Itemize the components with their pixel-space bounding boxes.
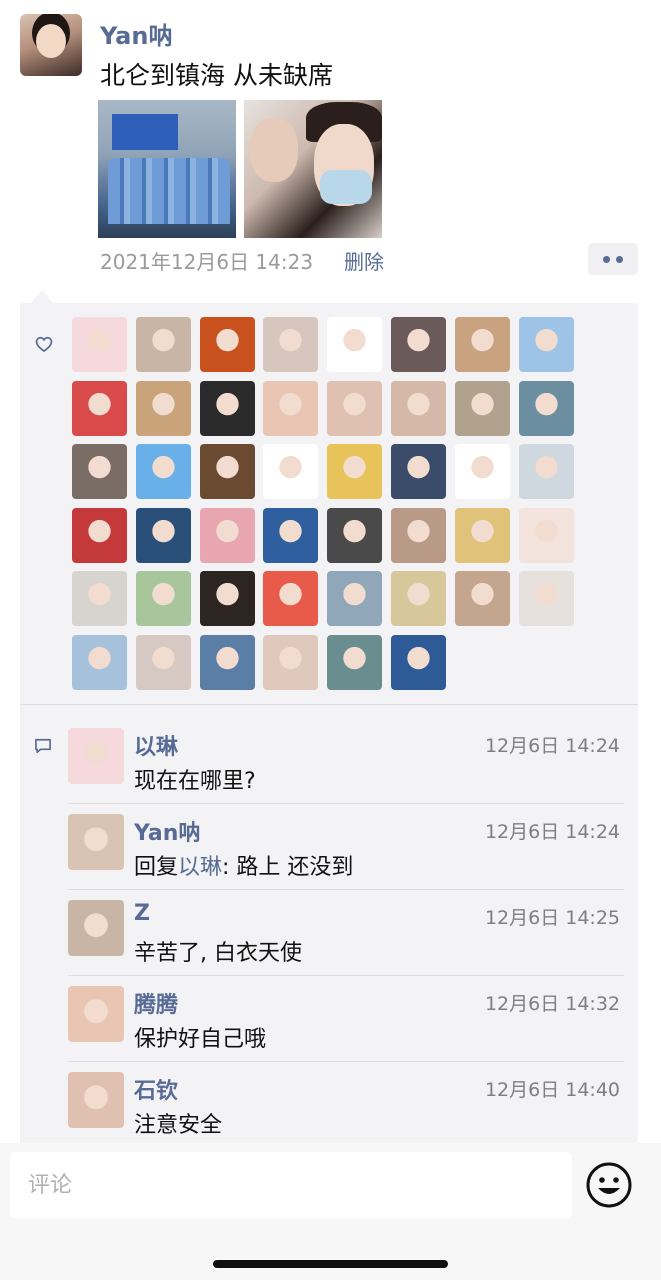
like-avatar[interactable] [519,444,574,499]
comment-avatar[interactable] [68,728,124,784]
more-dot-icon [603,255,610,263]
photo-face [250,118,298,182]
like-avatar[interactable] [200,317,255,372]
photo-banner [112,114,178,150]
like-avatar[interactable] [391,508,446,563]
comment-text: 回复以琳: 路上 还没到 [134,849,353,881]
like-avatar[interactable] [200,571,255,626]
comment-author[interactable]: Yan呐 [134,815,200,847]
comment-item[interactable]: 腾腾 12月6日 14:32 保护好自己哦 [68,976,624,1062]
photo-mask [320,170,372,204]
comment-input[interactable] [10,1152,572,1218]
like-avatar[interactable] [136,571,191,626]
like-avatar[interactable] [391,317,446,372]
like-avatar[interactable] [72,508,127,563]
post-text: 北仑到镇海 从未缺席 [100,61,333,90]
like-avatar[interactable] [263,508,318,563]
comment-bubble-icon [35,738,51,754]
comment-avatar[interactable] [68,986,124,1042]
more-dot-icon [616,255,623,263]
like-avatar[interactable] [391,444,446,499]
comment-item[interactable]: Yan呐 12月6日 14:24 回复以琳: 路上 还没到 [68,804,624,890]
comment-text: 注意安全 [134,1113,223,1138]
panel-arrow [30,290,54,304]
like-avatar[interactable] [519,508,574,563]
likes-divider [20,704,638,705]
photo-people [108,158,230,224]
comment-item[interactable]: Z 12月6日 14:25 辛苦了, 白衣天使 [68,890,624,976]
like-avatar[interactable] [72,381,127,436]
comment-time: 12月6日 14:40 [484,1079,620,1101]
home-indicator [213,1260,448,1268]
like-avatar[interactable] [327,444,382,499]
like-avatar[interactable] [455,317,510,372]
comment-text: 辛苦了, 白衣天使 [134,941,302,966]
post-photo-1[interactable] [98,100,236,238]
like-avatar[interactable] [136,635,191,690]
like-avatar[interactable] [519,381,574,436]
post-photo-2[interactable] [244,100,382,238]
comment-text: 现在在哪里? [134,769,256,794]
like-avatar[interactable] [263,444,318,499]
like-avatar[interactable] [519,317,574,372]
like-avatar[interactable] [391,635,446,690]
comment-author[interactable]: 腾腾 [134,987,178,1019]
comment-avatar[interactable] [68,900,124,956]
comment-author[interactable]: 以琳 [134,729,178,761]
comment-avatar[interactable] [68,814,124,870]
post-author-name[interactable]: Yan呐 [100,16,172,51]
comment-time: 12月6日 14:24 [484,735,620,757]
like-avatar[interactable] [136,508,191,563]
comment-time: 12月6日 14:25 [484,907,620,929]
like-avatar[interactable] [263,635,318,690]
like-avatar[interactable] [455,381,510,436]
like-avatar[interactable] [72,317,127,372]
more-actions-button[interactable] [588,243,638,275]
like-avatar[interactable] [519,571,574,626]
like-avatar[interactable] [327,508,382,563]
comment-avatar[interactable] [68,1072,124,1128]
like-avatar[interactable] [327,317,382,372]
post-author-avatar[interactable] [20,14,82,76]
post-timestamp: 2021年12月6日 14:23 [100,250,314,274]
reply-body: : 路上 还没到 [222,855,354,880]
like-avatar[interactable] [391,571,446,626]
like-avatar[interactable] [200,444,255,499]
like-avatar[interactable] [200,508,255,563]
heart-outline-icon [35,336,53,353]
like-avatar[interactable] [136,444,191,499]
comment-author[interactable]: Z [134,901,150,926]
comment-time: 12月6日 14:24 [484,821,620,843]
like-avatar[interactable] [200,381,255,436]
like-avatar[interactable] [455,444,510,499]
like-avatar[interactable] [455,571,510,626]
like-avatar[interactable] [72,635,127,690]
like-avatar[interactable] [200,635,255,690]
like-avatar[interactable] [263,571,318,626]
comment-text: 保护好自己哦 [134,1027,267,1052]
like-avatar[interactable] [455,508,510,563]
like-avatar[interactable] [327,571,382,626]
reply-prefix: 回复 [134,855,179,880]
comment-author[interactable]: 石钦 [134,1073,178,1105]
comment-item[interactable]: 以琳 12月6日 14:24 现在在哪里? [68,718,624,804]
comment-time: 12月6日 14:32 [484,993,620,1015]
like-avatar[interactable] [72,571,127,626]
delete-button[interactable]: 删除 [344,246,384,275]
smiley-face-icon[interactable] [585,1161,633,1209]
like-avatar[interactable] [327,635,382,690]
like-avatar[interactable] [136,381,191,436]
comment-item[interactable]: 石钦 12月6日 14:40 注意安全 [68,1062,624,1148]
like-avatar[interactable] [391,381,446,436]
like-avatar[interactable] [136,317,191,372]
like-avatar[interactable] [327,381,382,436]
like-avatar[interactable] [263,381,318,436]
like-avatar[interactable] [263,317,318,372]
like-avatar[interactable] [72,444,127,499]
reply-target-name[interactable]: 以琳 [178,855,222,880]
